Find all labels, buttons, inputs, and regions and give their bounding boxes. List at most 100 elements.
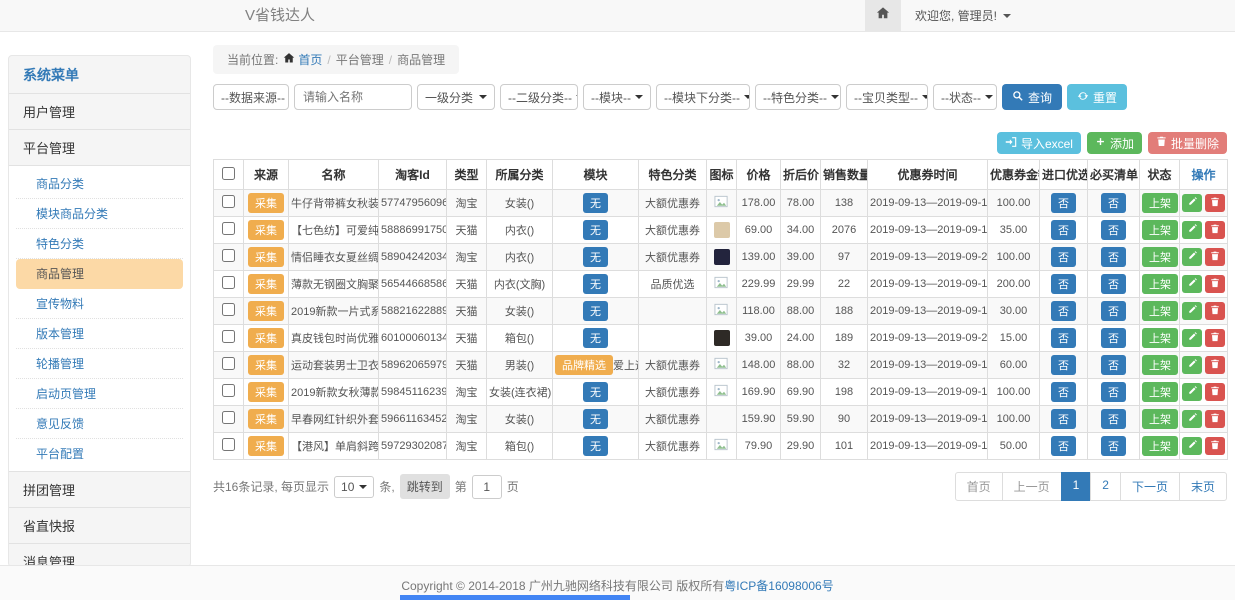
row-checkbox[interactable]: [222, 357, 235, 370]
import-toggle-badge[interactable]: 否: [1051, 409, 1076, 429]
sidebar-sub-item[interactable]: 宣传物料: [16, 289, 183, 319]
import-toggle-badge[interactable]: 否: [1051, 436, 1076, 456]
level1-category-select[interactable]: 一级分类: [417, 84, 495, 110]
import-toggle-badge[interactable]: 否: [1051, 274, 1076, 294]
import-toggle-badge[interactable]: 否: [1051, 247, 1076, 267]
module-badge[interactable]: 无: [583, 301, 608, 321]
delete-button[interactable]: [1205, 302, 1225, 320]
sidebar-group-item[interactable]: 用户管理: [9, 93, 190, 129]
delete-button[interactable]: [1205, 248, 1225, 266]
must-buy-toggle-badge[interactable]: 否: [1101, 355, 1126, 375]
row-checkbox[interactable]: [222, 276, 235, 289]
edit-button[interactable]: [1182, 275, 1202, 293]
module-badge[interactable]: 无: [583, 409, 608, 429]
import-toggle-badge[interactable]: 否: [1051, 193, 1076, 213]
per-page-select[interactable]: 10: [334, 476, 374, 498]
status-badge[interactable]: 上架: [1142, 220, 1178, 240]
delete-button[interactable]: [1205, 329, 1225, 347]
must-buy-toggle-badge[interactable]: 否: [1101, 436, 1126, 456]
status-badge[interactable]: 上架: [1142, 247, 1178, 267]
row-checkbox[interactable]: [222, 195, 235, 208]
row-checkbox[interactable]: [222, 384, 235, 397]
icp-link[interactable]: 粤ICP备16098006号: [724, 579, 833, 593]
import-toggle-badge[interactable]: 否: [1051, 301, 1076, 321]
page-number-input[interactable]: [472, 475, 502, 499]
page-button-末页[interactable]: 末页: [1179, 472, 1227, 501]
select-all-checkbox[interactable]: [222, 167, 235, 180]
delete-button[interactable]: [1205, 356, 1225, 374]
row-checkbox[interactable]: [222, 330, 235, 343]
sidebar-group-item[interactable]: 省直快报: [9, 507, 190, 543]
home-button[interactable]: [865, 0, 901, 31]
sidebar-sub-item[interactable]: 模块商品分类: [16, 199, 183, 229]
sidebar-sub-item[interactable]: 轮播管理: [16, 349, 183, 379]
module-badge[interactable]: 无: [583, 274, 608, 294]
edit-button[interactable]: [1182, 221, 1202, 239]
status-select[interactable]: --状态--: [933, 84, 997, 110]
module-badge[interactable]: 无: [583, 436, 608, 456]
delete-button[interactable]: [1205, 383, 1225, 401]
page-button-下一页[interactable]: 下一页: [1120, 472, 1180, 501]
edit-button[interactable]: [1182, 302, 1202, 320]
import-toggle-badge[interactable]: 否: [1051, 355, 1076, 375]
sidebar-sub-item[interactable]: 平台配置: [16, 439, 183, 468]
delete-button[interactable]: [1205, 410, 1225, 428]
page-button-1[interactable]: 1: [1061, 472, 1092, 501]
breadcrumb-item-platform[interactable]: 平台管理: [336, 51, 384, 68]
row-checkbox[interactable]: [222, 411, 235, 424]
sidebar-sub-item[interactable]: 特色分类: [16, 229, 183, 259]
must-buy-toggle-badge[interactable]: 否: [1101, 328, 1126, 348]
batch-delete-button[interactable]: 批量删除: [1148, 132, 1227, 154]
sidebar-sub-item-active[interactable]: 商品管理: [16, 259, 183, 289]
must-buy-toggle-badge[interactable]: 否: [1101, 409, 1126, 429]
reset-button[interactable]: 重置: [1067, 84, 1127, 110]
edit-button[interactable]: [1182, 194, 1202, 212]
must-buy-toggle-badge[interactable]: 否: [1101, 301, 1126, 321]
search-button[interactable]: 查询: [1002, 84, 1062, 110]
status-badge[interactable]: 上架: [1142, 355, 1178, 375]
name-input[interactable]: [294, 84, 412, 110]
edit-button[interactable]: [1182, 329, 1202, 347]
sidebar-sub-item[interactable]: 启动页管理: [16, 379, 183, 409]
delete-button[interactable]: [1205, 221, 1225, 239]
status-badge[interactable]: 上架: [1142, 193, 1178, 213]
level2-category-select[interactable]: --二级分类--: [500, 84, 578, 110]
page-button-首页[interactable]: 首页: [955, 472, 1003, 501]
status-badge[interactable]: 上架: [1142, 301, 1178, 321]
feature-category-select[interactable]: --特色分类--: [755, 84, 841, 110]
status-badge[interactable]: 上架: [1142, 409, 1178, 429]
module-badge[interactable]: 无: [583, 193, 608, 213]
row-checkbox[interactable]: [222, 303, 235, 316]
must-buy-toggle-badge[interactable]: 否: [1101, 193, 1126, 213]
add-button[interactable]: 添加: [1087, 132, 1142, 154]
import-toggle-badge[interactable]: 否: [1051, 382, 1076, 402]
breadcrumb-home-link[interactable]: 首页: [283, 51, 322, 68]
bottom-scrollbar[interactable]: [400, 595, 630, 600]
edit-button[interactable]: [1182, 248, 1202, 266]
must-buy-toggle-badge[interactable]: 否: [1101, 220, 1126, 240]
import-toggle-badge[interactable]: 否: [1051, 328, 1076, 348]
item-type-select[interactable]: --宝贝类型--: [846, 84, 928, 110]
must-buy-toggle-badge[interactable]: 否: [1101, 274, 1126, 294]
status-badge[interactable]: 上架: [1142, 328, 1178, 348]
module-badge[interactable]: 品牌精选: [555, 355, 613, 375]
status-badge[interactable]: 上架: [1142, 274, 1178, 294]
must-buy-toggle-badge[interactable]: 否: [1101, 382, 1126, 402]
sidebar-group-item[interactable]: 平台管理: [9, 129, 190, 165]
data-source-select[interactable]: --数据来源--: [213, 84, 289, 110]
row-checkbox[interactable]: [222, 249, 235, 262]
module-badge[interactable]: 无: [583, 328, 608, 348]
row-checkbox[interactable]: [222, 222, 235, 235]
module-badge[interactable]: 无: [583, 247, 608, 267]
module-badge[interactable]: 无: [583, 220, 608, 240]
status-badge[interactable]: 上架: [1142, 382, 1178, 402]
edit-button[interactable]: [1182, 437, 1202, 455]
sidebar-sub-item[interactable]: 版本管理: [16, 319, 183, 349]
row-checkbox[interactable]: [222, 438, 235, 451]
user-menu[interactable]: 欢迎您, 管理员!: [901, 0, 1025, 31]
sidebar-group-item[interactable]: 拼团管理: [9, 471, 190, 507]
edit-button[interactable]: [1182, 383, 1202, 401]
module-badge[interactable]: 无: [583, 382, 608, 402]
sidebar-group-item[interactable]: 消息管理: [9, 543, 190, 567]
delete-button[interactable]: [1205, 194, 1225, 212]
